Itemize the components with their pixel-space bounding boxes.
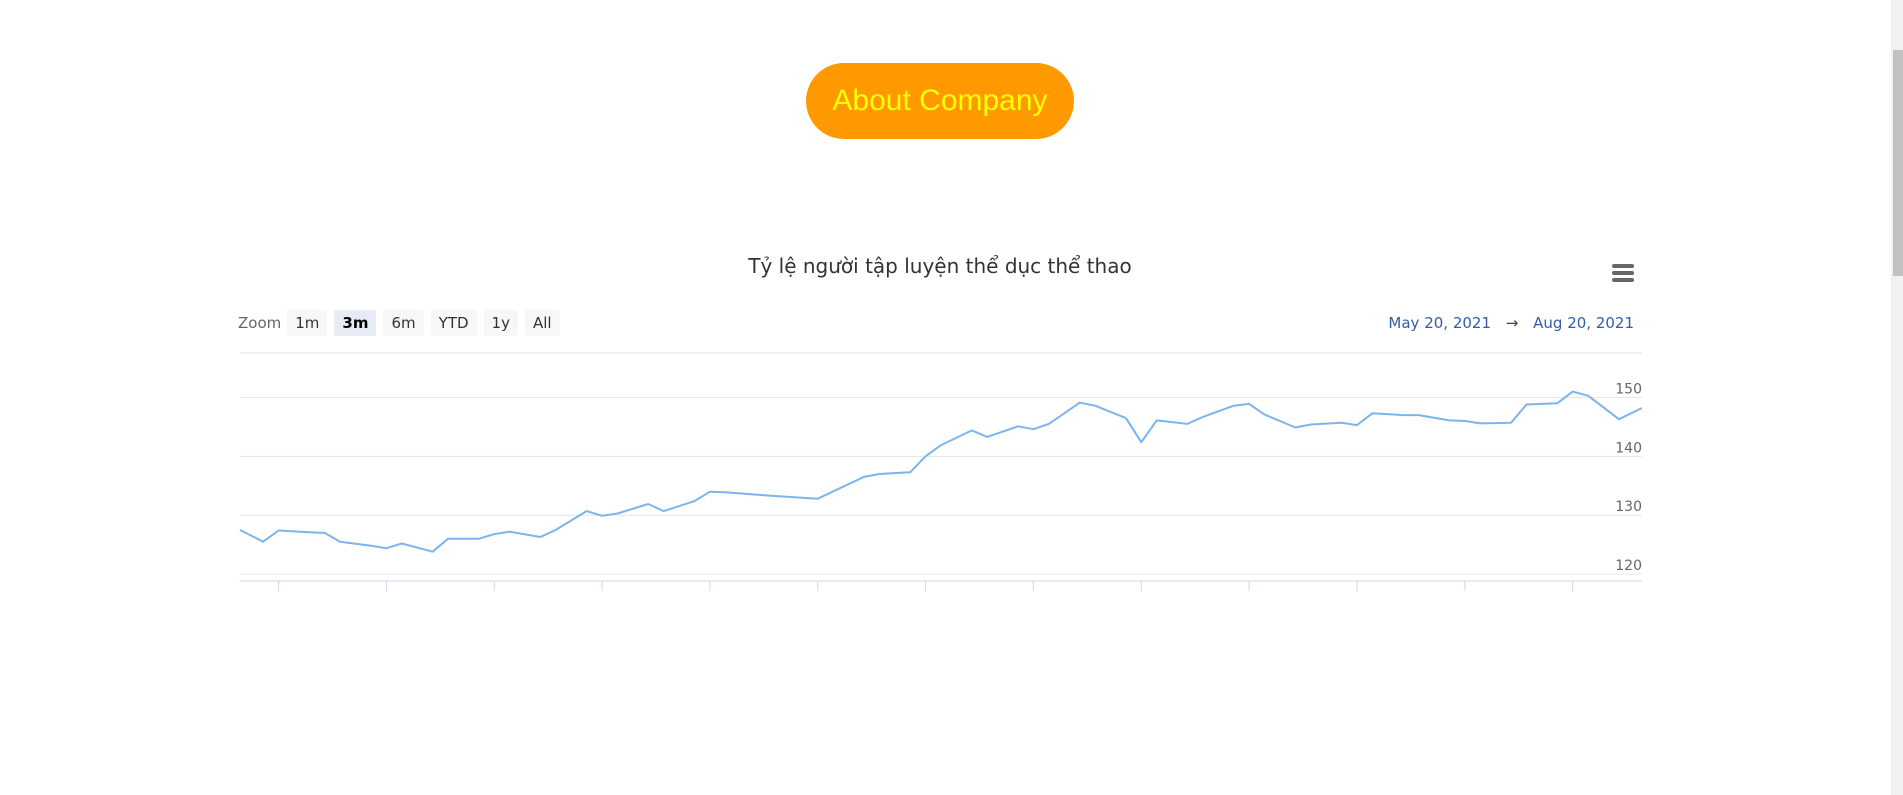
range-from-input[interactable]: May 20, 2021 bbox=[1388, 314, 1491, 332]
y-tick-label: 140 bbox=[1615, 440, 1642, 456]
series-group bbox=[239, 390, 1642, 553]
zoom-1m-button[interactable]: 1m bbox=[287, 310, 328, 336]
y-tick-label: 130 bbox=[1615, 499, 1642, 515]
chart-title: Tỷ lệ người tập luyện thể dục thể thao bbox=[748, 254, 1132, 278]
about-company-button[interactable]: About Company bbox=[806, 63, 1074, 139]
zoom-all-button[interactable]: All bbox=[524, 310, 560, 336]
series-line[interactable] bbox=[239, 390, 1642, 553]
scrollbar-thumb[interactable] bbox=[1893, 50, 1903, 276]
page-scrollbar[interactable] bbox=[1891, 0, 1903, 795]
chart-svg: 120 130 140 150 24. May31. May7. Jun14. Jun… bbox=[239, 352, 1642, 591]
zoom-label: Zoom bbox=[238, 314, 282, 332]
range-arrow: → bbox=[1505, 314, 1519, 332]
zoom-6m-button[interactable]: 6m bbox=[383, 310, 424, 336]
about-wrap: About Company bbox=[0, 63, 1880, 139]
grid-lines bbox=[240, 352, 1642, 575]
menu-icon[interactable] bbox=[1612, 264, 1634, 283]
y-tick-label: 150 bbox=[1615, 381, 1642, 397]
zoom-ytd-button[interactable]: YTD bbox=[430, 310, 477, 336]
zoom-3m-button[interactable]: 3m bbox=[334, 310, 377, 336]
y-tick-label: 120 bbox=[1615, 558, 1642, 574]
x-axis: 24. May31. May7. Jun14. Jun21. Jun28. Ju… bbox=[240, 580, 1642, 591]
date-range: May 20, 2021 → Aug 20, 2021 bbox=[1388, 310, 1634, 336]
range-to-input[interactable]: Aug 20, 2021 bbox=[1533, 314, 1634, 332]
zoom-row: Zoom 1m 3m 6m YTD 1y All bbox=[238, 310, 567, 336]
chart-container: 120 130 140 150 24. May31. May7. Jun14. Jun… bbox=[238, 250, 1642, 595]
zoom-1y-button[interactable]: 1y bbox=[483, 310, 518, 336]
